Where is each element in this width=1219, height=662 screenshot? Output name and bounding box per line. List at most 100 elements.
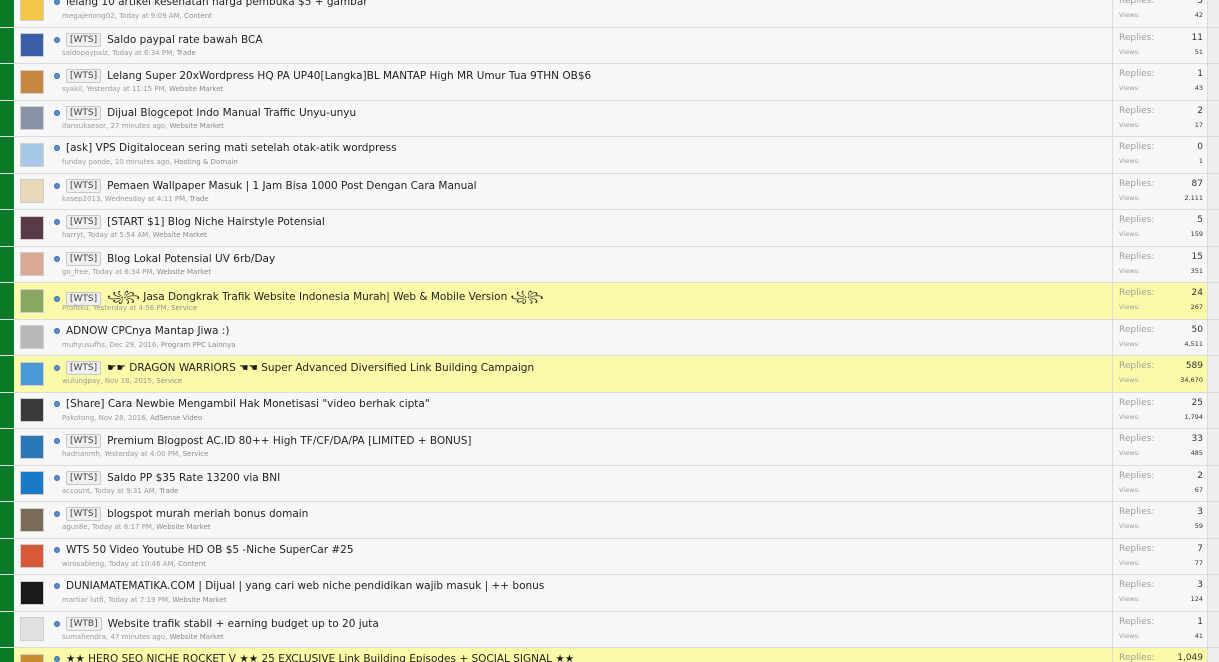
avatar[interactable] (20, 653, 44, 662)
thread-date[interactable]: Dec 29, 2016 (109, 341, 156, 349)
thread-forum-link[interactable]: Website Market (170, 122, 224, 130)
thread-author-link[interactable]: kasep2013 (62, 195, 100, 203)
thread-date[interactable]: Today at 6:34 PM (92, 268, 152, 276)
unread-dot-icon[interactable] (54, 400, 60, 407)
thread-forum-link[interactable]: Content (178, 560, 206, 568)
unread-dot-icon[interactable] (54, 583, 60, 589)
thread-author-link[interactable]: martiar lutfi (62, 596, 104, 604)
thread-title-link[interactable]: ★★ HERO SEO NICHE ROCKET V ★★ 25 EXCLUSI… (66, 653, 574, 662)
thread-author-link[interactable]: account (62, 487, 90, 495)
thread-title-link[interactable]: Pemaen Wallpaper Masuk | 1 Jam Bisa 1000… (107, 180, 476, 192)
avatar[interactable] (20, 179, 44, 204)
thread-forum-link[interactable]: Service (171, 304, 197, 312)
avatar[interactable] (20, 617, 44, 642)
thread-title-link[interactable]: Website trafik stabil + earning budget u… (108, 618, 379, 630)
thread-row[interactable]: [WTS] Lelang Super 20xWordpress HQ PA UP… (0, 64, 1219, 101)
avatar[interactable] (20, 0, 44, 21)
thread-title-link[interactable]: [START $1] Blog Niche Hairstyle Potensia… (107, 216, 325, 228)
thread-row[interactable]: [WTB] Website trafik stabil + earning bu… (0, 611, 1219, 648)
thread-date[interactable]: Today at 9:09 AM (119, 12, 180, 20)
avatar[interactable] (20, 544, 44, 569)
thread-author-link[interactable]: ifansuksesor (62, 122, 106, 130)
thread-date[interactable]: Today at 10:46 AM (109, 560, 174, 568)
thread-author-link[interactable]: Pakotong (62, 414, 94, 422)
thread-date[interactable]: Today at 5:54 AM (88, 231, 149, 239)
thread-row[interactable]: [WTS] Pemaen Wallpaper Masuk | 1 Jam Bis… (0, 173, 1219, 210)
thread-date[interactable]: 47 minutes ago (110, 633, 165, 641)
unread-dot-icon[interactable] (54, 511, 60, 517)
thread-author-link[interactable]: wulungpay (62, 377, 100, 385)
thread-author-link[interactable]: go_free (62, 268, 88, 276)
thread-author-link[interactable]: Profitku (62, 304, 89, 312)
thread-title-link[interactable]: WTS 50 Video Youtube HD OB $5 -Niche Sup… (66, 544, 354, 556)
thread-title-link[interactable]: lelang 10 artikel kesehatan harga pembuk… (66, 0, 368, 8)
thread-date[interactable]: Nov 18, 2015 (105, 377, 152, 385)
thread-title-link[interactable]: Saldo PP $35 Rate 13200 via BNI (107, 472, 280, 484)
thread-forum-link[interactable]: Website Market (156, 523, 210, 531)
thread-title-link[interactable]: [ask] VPS Digitalocean sering mati setel… (66, 142, 397, 154)
thread-date[interactable]: Yesterday at 11:15 PM (86, 85, 164, 93)
thread-title-link[interactable]: ☛☛ DRAGON WARRIORS ☚☚ Super Advanced Div… (107, 362, 534, 374)
avatar[interactable] (20, 69, 44, 94)
thread-date[interactable]: Today at 7:19 PM (108, 596, 168, 604)
thread-row[interactable]: DUNIAMATEMATIKA.COM | Dijual | yang cari… (0, 575, 1219, 612)
thread-author-link[interactable]: wirosableng (62, 560, 104, 568)
unread-dot-icon[interactable] (54, 255, 60, 262)
thread-author-link[interactable]: megajenong02 (62, 12, 115, 20)
thread-date[interactable]: Today at 6:34 PM (112, 49, 172, 57)
thread-date[interactable]: Today at 8:17 PM (92, 523, 152, 531)
thread-forum-link[interactable]: Hosting & Domain (174, 158, 238, 166)
unread-dot-icon[interactable] (54, 620, 60, 627)
thread-forum-link[interactable]: Website Market (157, 268, 211, 276)
thread-row[interactable]: [WTS] Saldo PP $35 Rate 13200 via BNI ac… (0, 465, 1219, 502)
thread-title-link[interactable]: Blog Lokal Potensial UV 6rb/Day (107, 253, 275, 265)
thread-title-link[interactable]: DUNIAMATEMATIKA.COM | Dijual | yang cari… (66, 580, 544, 592)
unread-dot-icon[interactable] (54, 145, 60, 151)
thread-row[interactable]: [WTS] Saldo paypal rate bawah BCA saldop… (0, 27, 1219, 64)
thread-title-link[interactable]: Dijual Blogcepot Indo Manual Traffic Uny… (107, 107, 356, 119)
thread-forum-link[interactable]: Service (156, 377, 182, 385)
thread-author-link[interactable]: muhyusufhs (62, 341, 105, 349)
thread-forum-link[interactable]: Website Market (170, 633, 224, 641)
thread-date[interactable]: 27 minutes ago (111, 122, 166, 130)
thread-forum-link[interactable]: Program PPC Lainnya (161, 341, 236, 349)
thread-author-link[interactable]: saldopaypalz (62, 49, 108, 57)
avatar[interactable] (20, 507, 44, 532)
thread-row[interactable]: [Share] Cara Newbie Mengambil Hak Moneti… (0, 392, 1219, 429)
avatar[interactable] (20, 434, 44, 459)
unread-dot-icon[interactable] (54, 219, 60, 225)
thread-forum-link[interactable]: Website Market (153, 231, 207, 239)
avatar[interactable] (20, 33, 44, 58)
unread-dot-icon[interactable] (54, 327, 60, 334)
thread-date[interactable]: 10 minutes ago (115, 158, 170, 166)
thread-author-link[interactable]: agus8e (62, 523, 88, 531)
avatar[interactable] (20, 288, 44, 313)
unread-dot-icon[interactable] (54, 365, 60, 371)
avatar[interactable] (20, 361, 44, 386)
thread-title-link[interactable]: Saldo paypal rate bawah BCA (107, 34, 262, 46)
thread-forum-link[interactable]: Website Market (172, 596, 226, 604)
unread-dot-icon[interactable] (54, 438, 60, 444)
unread-dot-icon[interactable] (54, 36, 60, 43)
unread-dot-icon[interactable] (54, 0, 60, 5)
thread-row[interactable]: [WTS] Premium Blogpost AC.ID 80++ High T… (0, 429, 1219, 466)
thread-row[interactable]: lelang 10 artikel kesehatan harga pembuk… (0, 0, 1219, 28)
avatar[interactable] (20, 106, 44, 131)
thread-row[interactable]: [WTS] Blog Lokal Potensial UV 6rb/Day go… (0, 246, 1219, 283)
avatar[interactable] (20, 142, 44, 167)
unread-dot-icon[interactable] (54, 296, 60, 302)
thread-author-link[interactable]: funday pande (62, 158, 110, 166)
thread-title-link[interactable]: blogspot murah meriah bonus domain (107, 508, 308, 520)
avatar[interactable] (20, 325, 44, 350)
thread-author-link[interactable]: hadrianmh (62, 450, 100, 458)
unread-dot-icon[interactable] (54, 109, 60, 116)
thread-row[interactable]: [WTS] ꧁꧂ Jasa Dongkrak Trafik Website In… (0, 283, 1219, 320)
unread-dot-icon[interactable] (54, 656, 60, 662)
thread-row[interactable]: [WTS] Dijual Blogcepot Indo Manual Traff… (0, 100, 1219, 137)
avatar[interactable] (20, 398, 44, 423)
avatar[interactable] (20, 580, 44, 605)
thread-title-link[interactable]: ADNOW CPCnya Mantap Jiwa :) (66, 325, 229, 337)
thread-row[interactable]: ★★ HERO SEO NICHE ROCKET V ★★ 25 EXCLUSI… (0, 648, 1219, 662)
thread-forum-link[interactable]: AdSense Video (150, 414, 202, 422)
thread-row[interactable]: ADNOW CPCnya Mantap Jiwa :) muhyusufhs, … (0, 319, 1219, 356)
